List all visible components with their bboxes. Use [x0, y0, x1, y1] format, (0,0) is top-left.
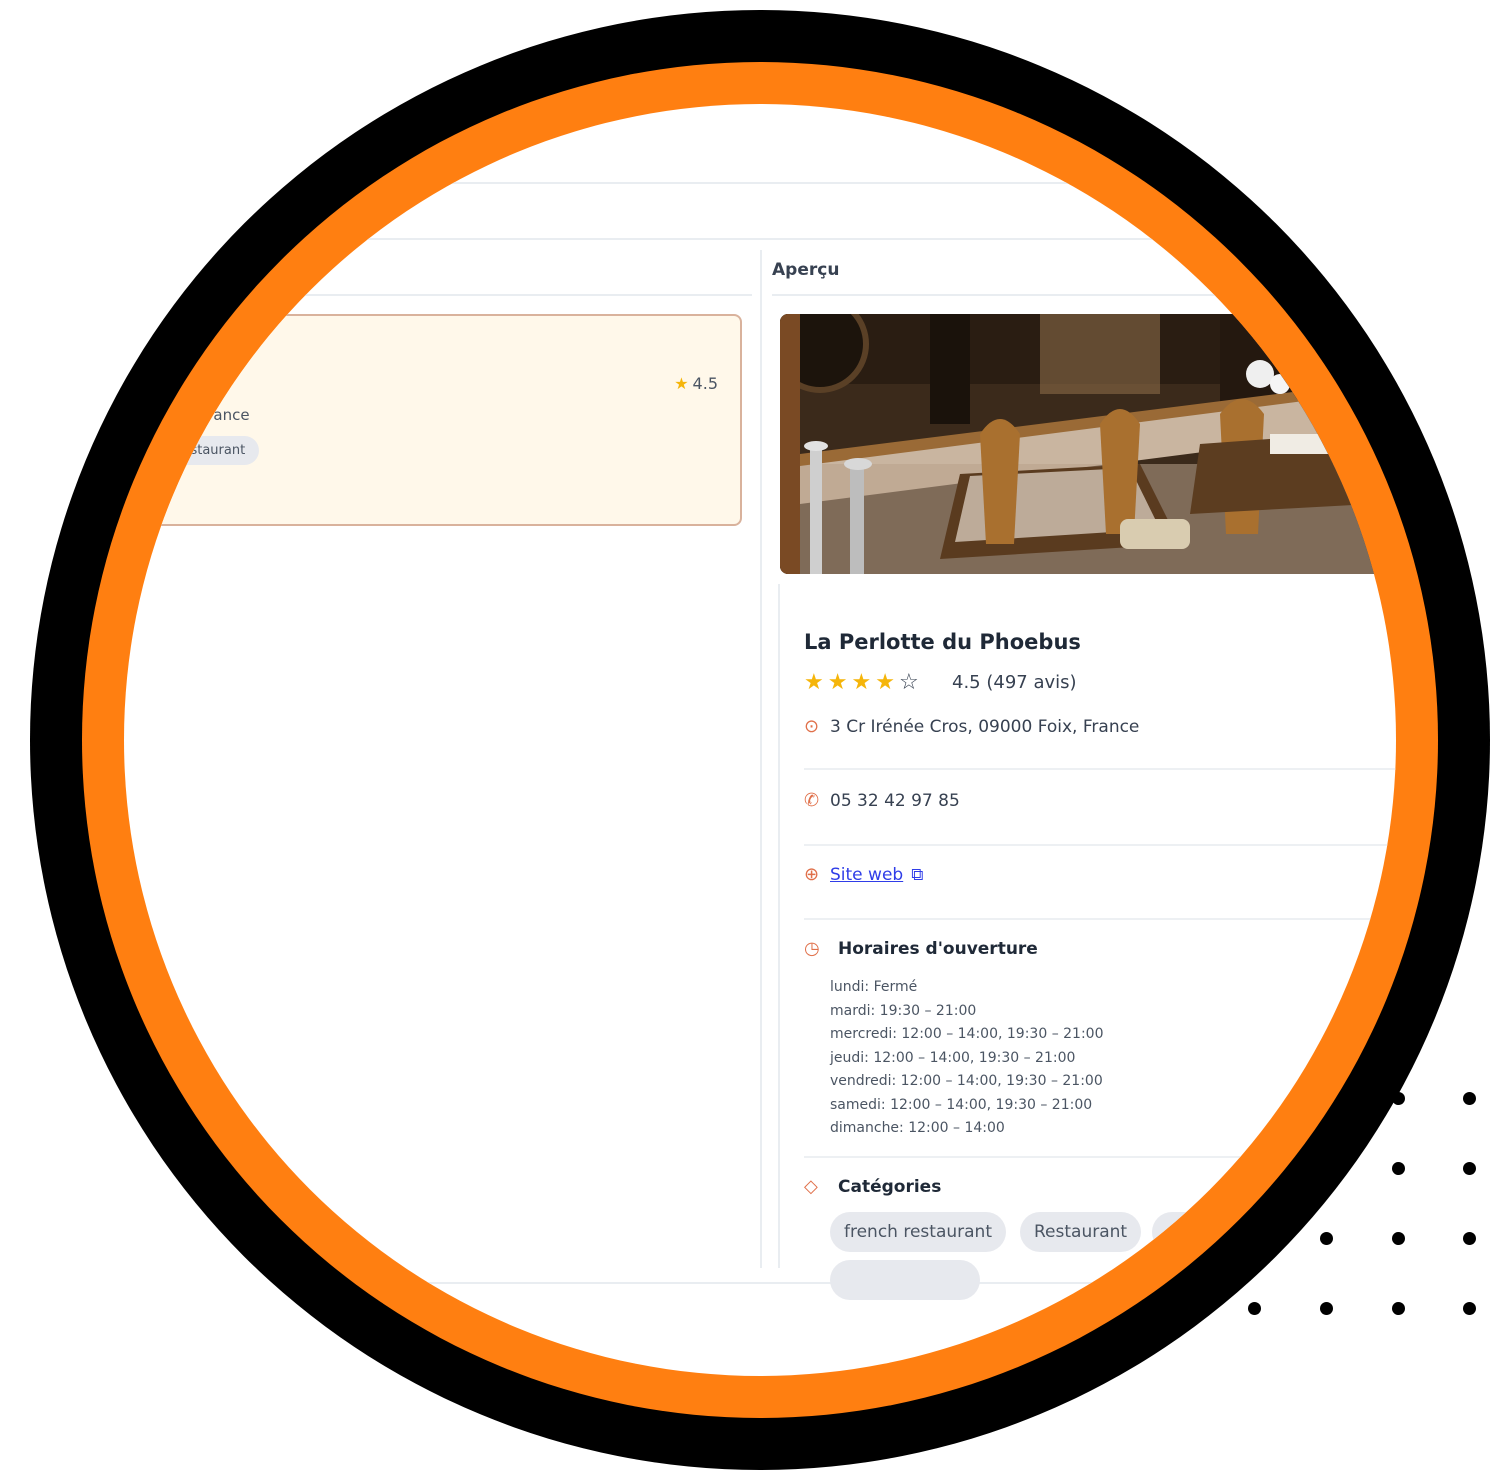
star-icon: ★	[851, 670, 876, 695]
detail-divider	[804, 1156, 1396, 1158]
hours-day: jeudi: 12:00 – 14:00, 19:30 – 21:00	[830, 1049, 1076, 1066]
star-icon: ★	[674, 374, 689, 393]
detail-divider	[804, 844, 1396, 846]
result-rating: ★ 4.5	[674, 374, 718, 393]
phone-row[interactable]: ✆ 05 32 42 97 85	[804, 790, 960, 811]
list-header-divider	[124, 294, 752, 296]
preview-border	[778, 584, 780, 1268]
place-photo	[780, 314, 1396, 574]
footer-divider	[124, 1282, 1396, 1284]
address-text: 3 Cr Irénée Cros, 09000 Foix, France	[830, 717, 1140, 737]
magnified-view: Aperçu us ★ 4.5 00 Foix, France Restauran…	[124, 104, 1396, 1376]
phone-icon: ✆	[804, 790, 820, 811]
category-chip: Restaurant	[1020, 1212, 1142, 1252]
preview-header-divider	[772, 294, 1396, 296]
detail-divider	[804, 768, 1396, 770]
map-pin-icon: ⊙	[804, 716, 820, 737]
star-icon: ★	[875, 670, 899, 695]
result-rating-value: 4.5	[692, 374, 718, 393]
result-address: 00 Foix, France	[136, 406, 250, 424]
category-chip-partial	[830, 1260, 980, 1300]
star-icon: ★	[804, 670, 828, 695]
tag-icon: ◇	[804, 1176, 818, 1197]
hours-day: dimanche: 12:00 – 14:00	[830, 1120, 1005, 1136]
preview-title: Aperçu	[772, 260, 840, 280]
panel-divider	[760, 250, 762, 1268]
category-chip-partial	[1152, 1212, 1272, 1252]
hours-title: Horaires d'ouverture	[838, 939, 1038, 959]
star-icon: ★	[827, 670, 852, 695]
header-divider	[124, 182, 1396, 184]
hours-day: lundi: Fermé	[830, 979, 918, 995]
toolbar-divider	[124, 238, 1396, 240]
rating-stars: ★★★★☆	[804, 670, 923, 695]
website-link[interactable]: Site web	[830, 865, 903, 885]
clock-icon: ◷	[804, 938, 820, 959]
categories-heading: ◇ Catégories	[804, 1176, 941, 1197]
hours-list: lundi: Fermé mardi: 19:30 – 21:00 mercre…	[830, 976, 1104, 1141]
detail-divider	[804, 918, 1396, 920]
hours-day: samedi: 12:00 – 14:00, 19:30 – 21:00	[830, 1096, 1093, 1113]
category-chip: french restaurant	[830, 1212, 1006, 1252]
hours-day: mardi: 19:30 – 21:00	[830, 1002, 977, 1019]
categories-title: Catégories	[838, 1177, 942, 1197]
hours-day: mercredi: 12:00 – 14:00, 19:30 – 21:00	[830, 1026, 1104, 1042]
result-category-badge: Restaurant	[160, 436, 260, 465]
restaurant-interior-image	[780, 314, 1396, 574]
result-card[interactable]: us ★ 4.5 00 Foix, France Restaurant	[124, 314, 742, 526]
rating-summary: 4.5 (497 avis)	[952, 672, 1077, 693]
star-outline-icon: ☆	[898, 670, 923, 695]
result-name: us	[136, 374, 159, 394]
external-link-icon[interactable]: ⧉	[911, 865, 923, 885]
hours-day: vendredi: 12:00 – 14:00, 19:30 – 21:00	[830, 1073, 1103, 1089]
phone-text: 05 32 42 97 85	[830, 791, 960, 811]
app-ui: Aperçu us ★ 4.5 00 Foix, France Restauran…	[124, 104, 1396, 1376]
place-name: La Perlotte du Phoebus	[804, 630, 1081, 654]
address-row: ⊙ 3 Cr Irénée Cros, 09000 Foix, France	[804, 716, 1139, 737]
globe-icon: ⊕	[804, 864, 820, 885]
hours-heading: ◷ Horaires d'ouverture	[804, 938, 1038, 959]
website-row: ⊕ Site web ⧉	[804, 864, 923, 885]
